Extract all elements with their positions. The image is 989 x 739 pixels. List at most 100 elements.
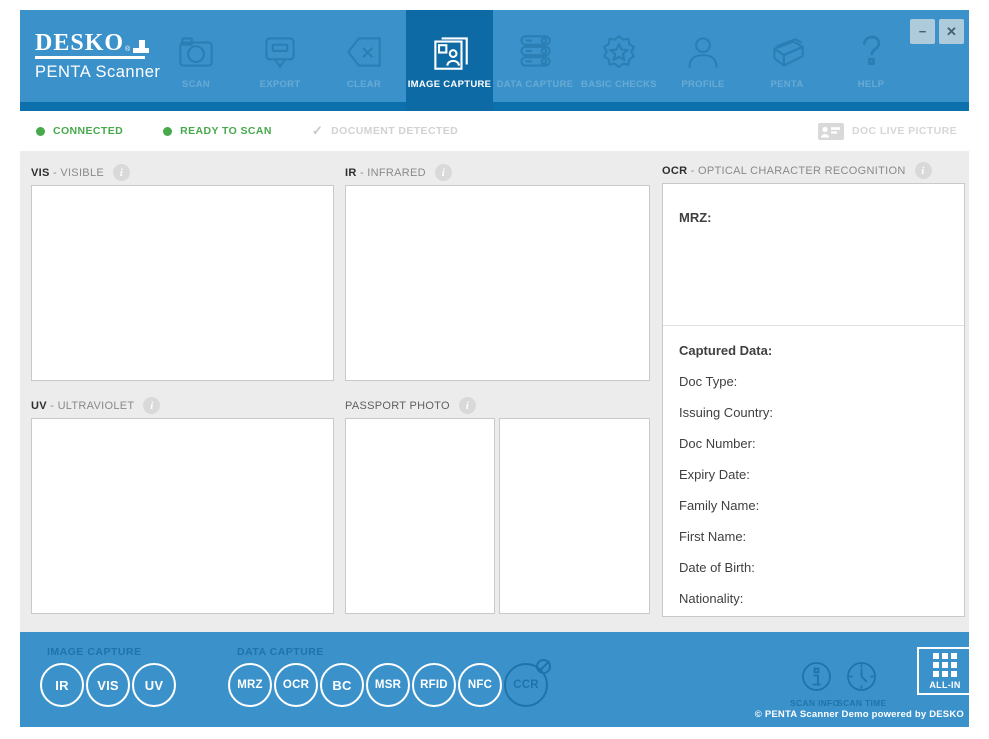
minimize-button[interactable]: − <box>910 19 935 44</box>
info-icon[interactable]: i <box>113 164 130 181</box>
passport-photo-box-2 <box>499 418 650 614</box>
image-capture-icon <box>427 29 473 75</box>
id-card-icon <box>818 123 844 140</box>
status-bar: CONNECTED READY TO SCAN ✓ DOCUMENT DETEC… <box>20 111 969 151</box>
tab-help[interactable]: HELP <box>829 10 913 111</box>
desko-block-icon <box>133 38 145 53</box>
doc-live-picture[interactable]: DOC LIVE PICTURE <box>818 123 957 140</box>
ir-abbr: IR <box>345 167 357 179</box>
tab-profile[interactable]: PROFILE <box>661 10 745 111</box>
tab-label: PENTA <box>771 79 804 90</box>
status-connected-label: CONNECTED <box>53 125 123 137</box>
data-capture-group-label: DATA CAPTURE <box>237 646 324 658</box>
scan-time-clock-icon <box>845 660 878 693</box>
tab-export[interactable]: EXPORT <box>238 10 322 111</box>
camera-icon <box>173 29 219 75</box>
tab-label: BASIC CHECKS <box>581 79 657 90</box>
main-content: VIS - VISIBLE i IR - INFRARED i OCR - OP… <box>20 151 969 632</box>
status-document-detected: ✓ DOCUMENT DETECTED <box>312 123 458 139</box>
ocr-panel-header: OCR - OPTICAL CHARACTER RECOGNITION i <box>662 162 932 179</box>
all-in-label: ALL-IN <box>929 680 960 690</box>
bc-toggle-button[interactable]: BC <box>320 663 364 707</box>
captured-data-title: Captured Data: <box>679 343 948 358</box>
tab-label: SCAN <box>182 79 210 90</box>
badge-star-icon <box>596 29 642 75</box>
uv-abbr: UV <box>31 400 47 412</box>
penta-device-icon <box>764 29 810 75</box>
mrz-toggle-button[interactable]: MRZ <box>228 663 272 707</box>
header: DESKO® PENTA Scanner SCAN EXPORT <box>20 10 969 111</box>
scan-info-button <box>800 660 834 693</box>
vis-image-box <box>31 185 334 381</box>
status-document-label: DOCUMENT DETECTED <box>331 125 458 137</box>
tab-label: IMAGE CAPTURE <box>408 79 492 90</box>
profile-person-icon <box>680 29 726 75</box>
close-button[interactable]: ✕ <box>939 19 964 44</box>
ir-toggle-button[interactable]: IR <box>40 663 84 707</box>
window-controls: − ✕ <box>910 19 964 44</box>
field-issuing-country: Issuing Country: <box>679 405 948 420</box>
rfid-toggle-button[interactable]: RFID <box>412 663 456 707</box>
clear-tag-icon <box>341 29 387 75</box>
checkmark-icon: ✓ <box>312 123 323 139</box>
uv-image-box <box>31 418 334 614</box>
ocr-result-box: MRZ: Captured Data: Doc Type: Issuing Co… <box>662 183 965 617</box>
status-ready-label: READY TO SCAN <box>180 125 272 137</box>
app-window: DESKO® PENTA Scanner SCAN EXPORT <box>20 10 969 727</box>
uv-rest: - ULTRAVIOLET <box>47 400 135 412</box>
doc-live-picture-label: DOC LIVE PICTURE <box>852 125 957 137</box>
tab-label: CLEAR <box>347 79 381 90</box>
info-icon[interactable]: i <box>459 397 476 414</box>
uv-toggle-button[interactable]: UV <box>132 663 176 707</box>
green-dot-icon <box>36 127 45 136</box>
passport-photo-box-1 <box>345 418 495 614</box>
vis-panel-header: VIS - VISIBLE i <box>31 164 130 181</box>
tab-data-capture[interactable]: DATA CAPTURE <box>493 10 577 111</box>
passport-photo-header: PASSPORT PHOTO i <box>345 397 476 414</box>
tab-basic-checks[interactable]: BASIC CHECKS <box>577 10 661 111</box>
scan-time-label: SCAN TIME <box>837 698 886 708</box>
info-icon[interactable]: i <box>915 162 932 179</box>
footer-copyright: © PENTA Scanner Demo powered by DESKO <box>755 709 964 720</box>
ocr-rest: - OPTICAL CHARACTER RECOGNITION <box>687 165 905 177</box>
ir-panel-header: IR - INFRARED i <box>345 164 452 181</box>
scan-info-icon <box>800 660 833 693</box>
field-date-of-birth: Date of Birth: <box>679 560 948 575</box>
field-doc-type: Doc Type: <box>679 374 948 389</box>
ocr-toggle-button[interactable]: OCR <box>274 663 318 707</box>
vis-toggle-button[interactable]: VIS <box>86 663 130 707</box>
scan-time-button <box>845 660 879 693</box>
mrz-label: MRZ: <box>679 210 948 225</box>
vis-abbr: VIS <box>31 167 50 179</box>
brand-name: DESKO <box>35 33 124 53</box>
grid-icon <box>933 653 957 677</box>
info-icon[interactable]: i <box>143 397 160 414</box>
field-nationality: Nationality: <box>679 591 948 606</box>
msr-toggle-button[interactable]: MSR <box>366 663 410 707</box>
field-first-name: First Name: <box>679 529 948 544</box>
tab-image-capture[interactable]: IMAGE CAPTURE <box>406 10 493 111</box>
image-capture-group-label: IMAGE CAPTURE <box>47 646 142 658</box>
export-icon <box>257 29 303 75</box>
bottom-bar: IMAGE CAPTURE IR VIS UV DATA CAPTURE MRZ… <box>20 632 969 727</box>
brand-logo: DESKO® PENTA Scanner <box>35 33 160 82</box>
status-connected: CONNECTED <box>36 125 123 137</box>
tab-clear[interactable]: CLEAR <box>322 10 406 111</box>
ir-image-box <box>345 185 650 381</box>
field-expiry-date: Expiry Date: <box>679 467 948 482</box>
product-name: PENTA Scanner <box>35 63 160 82</box>
scan-info-label: SCAN INFO <box>790 698 839 708</box>
info-icon[interactable]: i <box>435 164 452 181</box>
passport-photo-label: PASSPORT PHOTO <box>345 400 450 412</box>
tab-penta[interactable]: PENTA <box>745 10 829 111</box>
tab-label: DATA CAPTURE <box>497 79 574 90</box>
mrz-section: MRZ: <box>663 184 964 326</box>
prohibited-icon <box>536 659 551 674</box>
field-family-name: Family Name: <box>679 498 948 513</box>
tab-scan[interactable]: SCAN <box>154 10 238 111</box>
vis-rest: - VISIBLE <box>50 167 104 179</box>
all-in-button[interactable]: ALL-IN <box>917 647 973 695</box>
field-doc-number: Doc Number: <box>679 436 948 451</box>
status-ready-to-scan: READY TO SCAN <box>163 125 272 137</box>
nfc-toggle-button[interactable]: NFC <box>458 663 502 707</box>
